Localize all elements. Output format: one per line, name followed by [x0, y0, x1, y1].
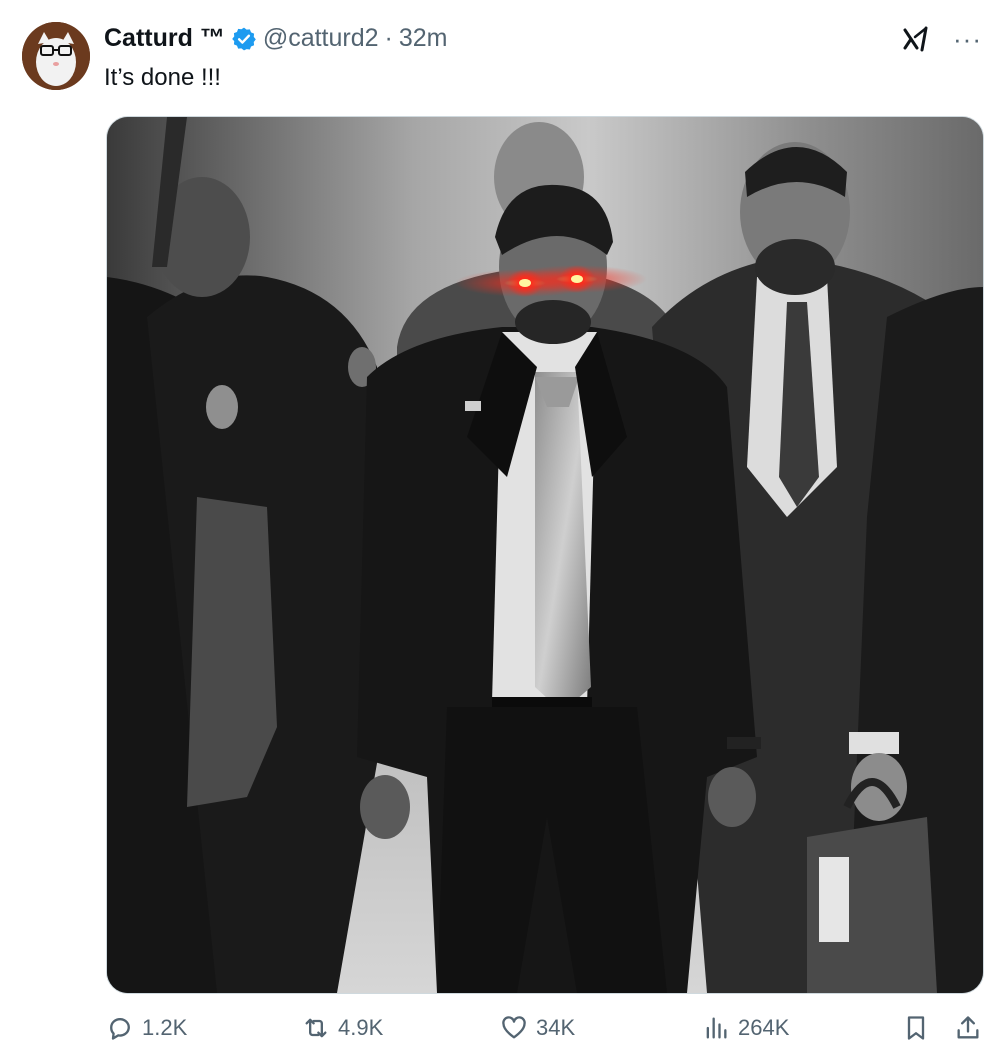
reply-count: 1.2K — [142, 1015, 188, 1040]
bookmark-button[interactable] — [902, 1014, 930, 1042]
like-button[interactable]: 34K — [500, 1014, 575, 1042]
reply-button[interactable]: 1.2K — [106, 1014, 187, 1042]
views-count: 264K — [738, 1015, 790, 1040]
post-top-actions: ··· — [901, 24, 982, 54]
views-icon — [706, 1017, 727, 1039]
post-actions: 1.2K 4.9K 34K 264K — [106, 1014, 982, 1050]
share-icon — [957, 1016, 979, 1039]
post-header: Catturd ™ @catturd2 · 32m — [104, 24, 448, 53]
avatar-image — [22, 22, 90, 90]
grok-icon[interactable] — [901, 24, 931, 54]
photo — [107, 117, 983, 993]
bookmark-icon — [907, 1016, 925, 1040]
post-text: It’s done !!! — [104, 64, 221, 91]
like-icon — [502, 1016, 526, 1039]
repost-count: 4.9K — [338, 1015, 384, 1040]
like-count: 34K — [536, 1015, 576, 1040]
post-image[interactable] — [106, 116, 984, 994]
author-name[interactable]: Catturd ™ — [104, 24, 225, 53]
views-button[interactable]: 264K — [702, 1014, 789, 1042]
repost-icon — [305, 1018, 327, 1038]
author-handle[interactable]: @catturd2 — [263, 24, 379, 53]
share-button[interactable] — [954, 1014, 982, 1042]
repost-button[interactable]: 4.9K — [302, 1014, 383, 1042]
separator: · — [384, 24, 393, 52]
more-icon[interactable]: ··· — [953, 26, 982, 52]
post-timestamp[interactable]: 32m — [399, 24, 448, 53]
avatar[interactable] — [22, 22, 90, 90]
reply-icon — [110, 1018, 130, 1040]
verified-badge-icon — [232, 27, 256, 50]
